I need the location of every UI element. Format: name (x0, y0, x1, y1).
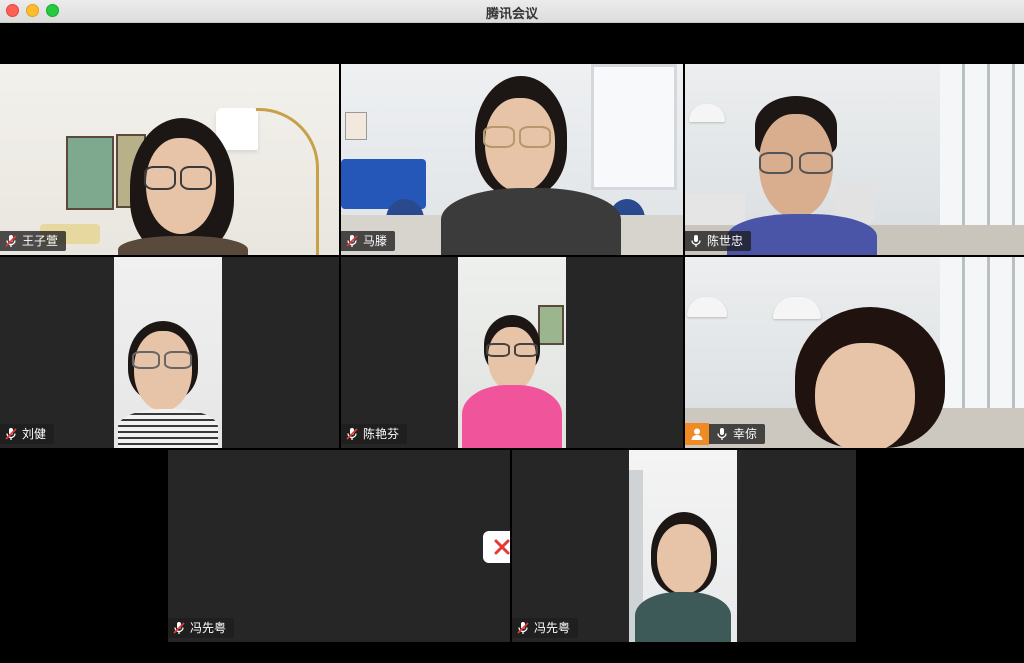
mic-on-icon (715, 427, 729, 441)
participant-tile[interactable]: 幸倞 (685, 257, 1024, 448)
video-feed (341, 64, 683, 255)
video-grid: 王子萱 马滕 陈世忠 刘健 陈艳芬 幸倞 冯先粤 冯先粤 (0, 23, 1024, 663)
participant-name: 陈艳芬 (363, 427, 400, 441)
participant-video (635, 512, 731, 642)
participant-name-tag: 马滕 (341, 231, 396, 251)
participant-tile[interactable]: 刘健 (0, 257, 339, 448)
participant-tile-camera-off[interactable]: 冯先粤 (168, 450, 510, 642)
participant-name: 陈世忠 (707, 234, 744, 248)
video-feed (458, 257, 566, 448)
participant-name: 刘健 (22, 427, 47, 441)
mic-muted-icon (4, 427, 18, 441)
lamp-stand (256, 108, 319, 255)
video-feed (0, 64, 339, 255)
video-feed (685, 257, 1024, 448)
participant-name-tag: 王子萱 (0, 231, 67, 251)
mic-muted-icon (345, 427, 359, 441)
person-icon (685, 423, 709, 445)
participant-name-tag: 陈艳芬 (341, 424, 408, 444)
participant-name-tag: 幸倞 (685, 423, 766, 445)
participant-name: 王子萱 (22, 234, 59, 248)
wall-art (345, 112, 367, 140)
video-feed (114, 257, 222, 448)
mic-on-icon (689, 234, 703, 248)
video-feed (685, 64, 1024, 255)
participant-video (441, 76, 621, 255)
participant-tile[interactable]: 马滕 (341, 64, 683, 255)
participant-name: 冯先粤 (190, 621, 227, 635)
participant-video (785, 307, 955, 448)
camera-off-icon (483, 531, 510, 563)
participant-video (462, 315, 562, 448)
pendant-lamp (689, 104, 725, 122)
participant-name-tag: 冯先粤 (512, 618, 579, 638)
window-title: 腾讯会议 (485, 6, 538, 21)
participant-video (118, 313, 218, 448)
participant-name: 冯先粤 (534, 621, 571, 635)
participant-name: 幸倞 (733, 427, 758, 441)
mic-muted-icon (516, 621, 530, 635)
pendant-lamp (687, 297, 727, 317)
participant-video (727, 96, 877, 255)
participant-tile[interactable]: 冯先粤 (512, 450, 856, 642)
participant-tile[interactable]: 王子萱 (0, 64, 339, 255)
participant-tile-active-speaker[interactable]: 陈世忠 (685, 64, 1024, 255)
participant-name-tag: 陈世忠 (685, 231, 752, 251)
participant-name-tag: 冯先粤 (168, 618, 235, 638)
participant-name-tag: 刘健 (0, 424, 55, 444)
title-bar: 腾讯会议 (0, 0, 1024, 23)
participant-tile[interactable]: 陈艳芬 (341, 257, 683, 448)
participant-name: 马滕 (363, 234, 388, 248)
wall-painting (66, 136, 114, 210)
video-feed (629, 450, 737, 642)
mic-muted-icon (345, 234, 359, 248)
participant-video (118, 118, 248, 255)
mic-muted-icon (172, 621, 186, 635)
mic-muted-icon (4, 234, 18, 248)
